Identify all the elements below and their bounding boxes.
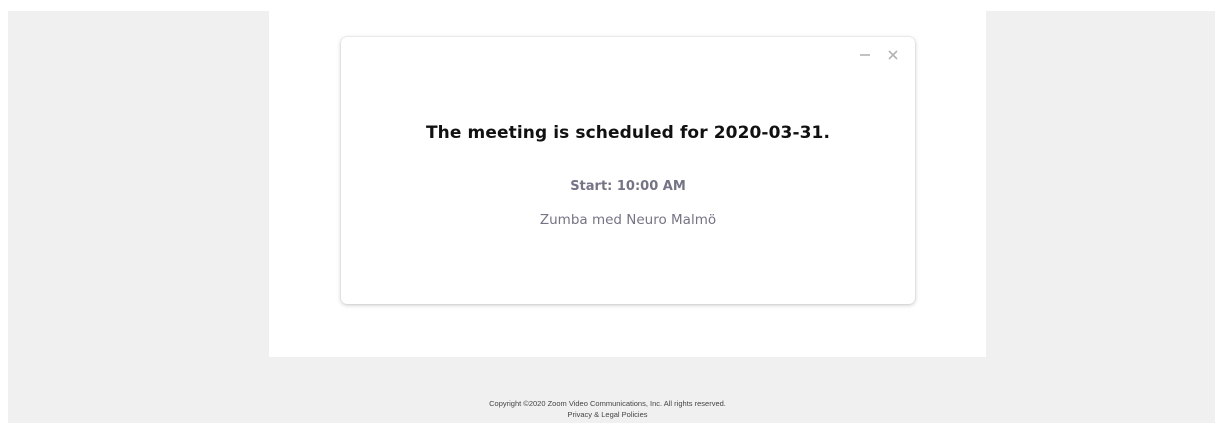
- page-footer: Copyright ©2020 Zoom Video Communication…: [0, 398, 1215, 420]
- meeting-start-time: Start: 10:00 AM: [570, 179, 686, 194]
- close-icon: [888, 50, 898, 60]
- copyright-text: Copyright ©2020 Zoom Video Communication…: [489, 399, 726, 408]
- close-button[interactable]: [885, 47, 901, 63]
- dialog-controls: [857, 47, 901, 63]
- meeting-dialog: The meeting is scheduled for 2020-03-31.…: [341, 37, 915, 304]
- privacy-legal-link[interactable]: Privacy & Legal Policies: [567, 410, 647, 419]
- minimize-button[interactable]: [857, 47, 873, 63]
- meeting-topic: Zumba med Neuro Malmö: [539, 212, 717, 228]
- minimize-icon: [860, 54, 870, 56]
- meeting-scheduled-heading: The meeting is scheduled for 2020-03-31.: [425, 123, 831, 143]
